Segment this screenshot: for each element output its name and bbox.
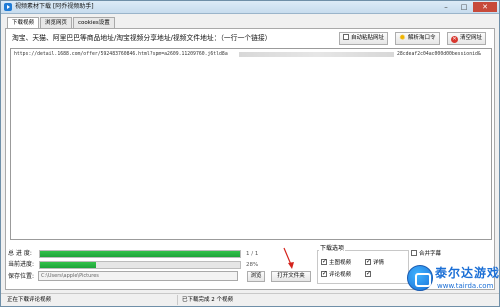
- tab-strip: 下载视频 浏览网页 cookies设置: [7, 17, 116, 29]
- option-extra-video[interactable]: [365, 270, 373, 279]
- parse-taokouling-button[interactable]: ✹ 解析淘口令: [395, 32, 440, 45]
- browse-button[interactable]: 浏览: [247, 271, 265, 282]
- maximize-icon[interactable]: □: [455, 2, 473, 12]
- status-mid-text: 已下载完成 2 个视频: [182, 297, 233, 303]
- download-options-title: 下载选项: [319, 245, 346, 253]
- auto-paste-label: 自动粘贴网址: [351, 35, 385, 41]
- title-bar: 视频素材下载 [阿乔视频助手] – □ ✕: [1, 1, 499, 14]
- blurred-url-segment: [239, 52, 394, 57]
- total-progress-bar: [39, 250, 241, 258]
- total-progress-value: 1 / 1: [246, 251, 259, 257]
- app-window: 视频素材下载 [阿乔视频助手] – □ ✕ 下载视频 浏览网页 cookies设…: [0, 0, 500, 307]
- watermark-cn: 泰尔达游戏网: [435, 266, 500, 280]
- save-path-input[interactable]: C:\Users\apple\Pictures: [38, 271, 238, 281]
- total-progress-fill: [40, 251, 240, 257]
- current-progress-label: 当前进度:: [8, 261, 35, 268]
- checkbox-icon: [343, 34, 349, 40]
- current-progress-value: 28%: [246, 262, 259, 268]
- current-progress-fill: [40, 262, 96, 268]
- url-hint-label: 淘宝、天猫、阿里巴巴等商品地址/淘宝视频分享地址/视频文件地址：（一行一个链接）: [12, 34, 272, 42]
- tab-browse-web[interactable]: 浏览网页: [40, 17, 73, 28]
- tab-cookies[interactable]: cookies设置: [73, 17, 115, 28]
- current-progress-bar: [39, 261, 241, 269]
- auto-paste-checkbox[interactable]: 自动粘贴网址: [339, 32, 389, 45]
- checkbox-checked-icon: [321, 258, 327, 265]
- clear-urls-button[interactable]: ✕ 清空网址: [447, 32, 487, 45]
- minimize-icon[interactable]: –: [437, 2, 455, 12]
- window-controls: – □ ✕: [437, 2, 497, 12]
- app-icon: [4, 3, 12, 11]
- checkbox-checked-icon: [365, 270, 371, 277]
- option-merge-subtitles[interactable]: 合并字幕: [411, 250, 441, 258]
- option-detail-video[interactable]: 详情: [365, 258, 385, 267]
- option-detail-video-label: 详情: [373, 260, 385, 266]
- checkbox-checked-icon: [365, 258, 371, 265]
- close-icon[interactable]: ✕: [473, 2, 497, 12]
- checkbox-checked-icon: [321, 270, 327, 277]
- clear-icon: ✕: [451, 36, 458, 43]
- option-main-video-label: 主图视频: [329, 260, 352, 266]
- checkbox-icon: [411, 250, 417, 256]
- site-watermark: 泰尔达游戏网 www.tairda.com: [407, 263, 500, 303]
- option-comment-video[interactable]: 评论视频: [321, 270, 352, 279]
- option-merge-subtitles-label: 合并字幕: [419, 251, 442, 257]
- watermark-en: www.tairda.com: [437, 282, 494, 290]
- clear-button-label: 清空网址: [460, 35, 483, 41]
- window-title: 视频素材下载 [阿乔视频助手]: [15, 3, 94, 10]
- url-line-suffix: 28cdeaf2c04ac000d00bessionid&: [397, 52, 481, 57]
- url-line-prefix: https://detail.1688.com/offer/5924837608…: [14, 52, 228, 57]
- open-folder-button[interactable]: 打开文件夹: [271, 271, 311, 282]
- parse-button-label: 解析淘口令: [408, 35, 436, 41]
- star-icon: ✹: [399, 33, 406, 42]
- url-textarea[interactable]: https://detail.1688.com/offer/5924837608…: [10, 48, 492, 240]
- option-main-video[interactable]: 主图视频: [321, 258, 352, 267]
- status-left-text: 正在下载评论视频: [7, 297, 52, 303]
- option-comment-video-label: 评论视频: [329, 272, 352, 278]
- total-progress-label: 总 进 度:: [8, 250, 32, 257]
- save-location-label: 保存位置:: [8, 273, 35, 280]
- status-separator: [177, 295, 178, 305]
- gamepad-logo-icon: [407, 265, 433, 291]
